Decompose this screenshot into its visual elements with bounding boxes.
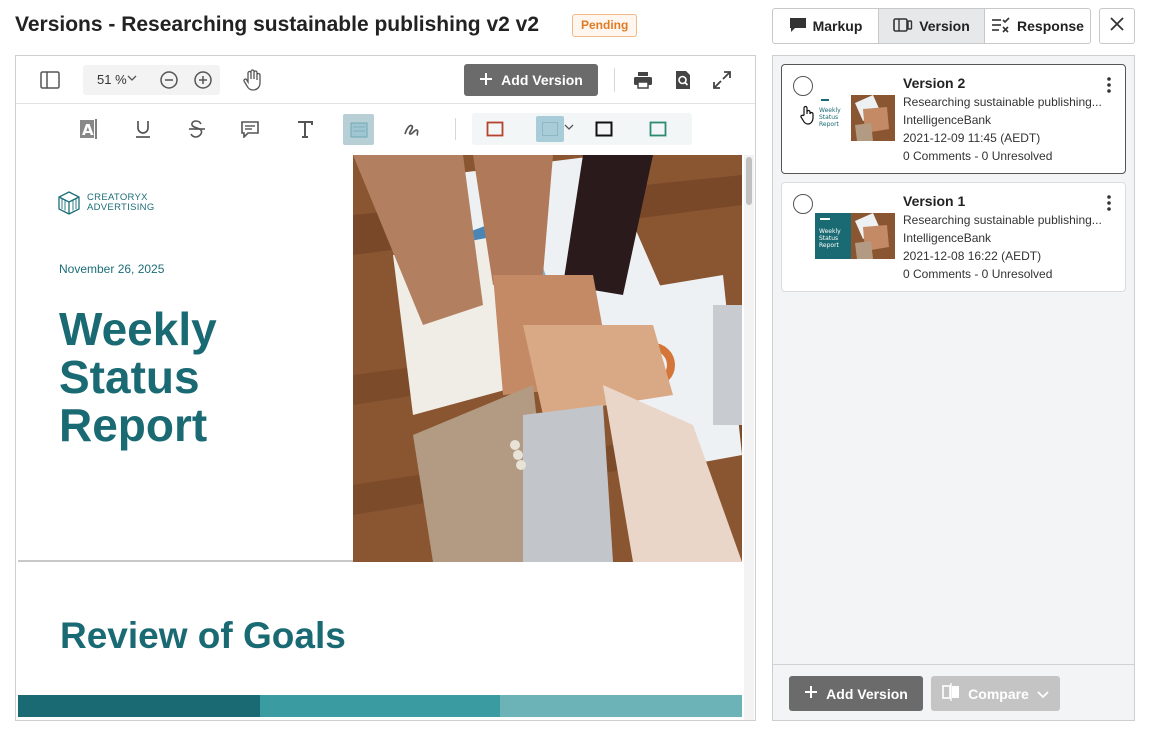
version-description: Researching sustainable publishing...	[903, 213, 1102, 227]
document-page[interactable]: CREATORYX ADVERTISING November 26, 2025 …	[18, 155, 742, 720]
svg-text:Weekly: Weekly	[819, 228, 841, 235]
zoom-out-icon[interactable]	[159, 70, 179, 90]
svg-text:Report: Report	[819, 121, 840, 128]
add-version-label: Add Version	[501, 72, 583, 88]
add-version-label: Add Version	[826, 685, 908, 702]
report-title-line: Weekly	[59, 303, 217, 355]
tab-markup-label: Markup	[812, 18, 863, 34]
logo-line-2: ADVERTISING	[87, 202, 155, 213]
report-date: November 26, 2025	[59, 262, 165, 276]
company-logo: CREATORYX ADVERTISING	[58, 191, 155, 215]
underline-icon[interactable]	[132, 117, 154, 141]
plus-icon	[479, 72, 493, 89]
more-options-icon[interactable]	[1107, 195, 1111, 216]
version-title: Version 1	[903, 193, 966, 209]
cube-logo-icon	[58, 191, 80, 215]
version-company: IntelligenceBank	[903, 231, 992, 245]
page-title: Versions - Researching sustainable publi…	[15, 13, 540, 36]
more-options-icon[interactable]	[1107, 77, 1111, 98]
report-title: Weekly Status Report	[59, 305, 217, 449]
version-title: Version 2	[903, 75, 966, 91]
tab-markup[interactable]: Markup	[773, 9, 879, 43]
version-company: IntelligenceBank	[903, 113, 992, 127]
add-version-button[interactable]: Add Version	[789, 676, 923, 711]
fullscreen-icon[interactable]	[710, 68, 734, 92]
compare-button[interactable]: Compare	[931, 676, 1060, 711]
page-cover: CREATORYX ADVERTISING November 26, 2025 …	[18, 155, 742, 562]
free-text-icon[interactable]	[294, 117, 316, 141]
compare-icon	[942, 683, 960, 704]
area-highlight-icon[interactable]	[343, 114, 374, 145]
add-version-button-toolbar[interactable]: Add Version	[464, 64, 598, 96]
version-timestamp: 2021-12-08 16:22 (AEDT)	[903, 249, 1042, 263]
annotation-toolbar: A	[16, 104, 755, 154]
sidebar-toggle-icon[interactable]	[38, 68, 62, 92]
versions-panel: Weekly Status Report Version 2 Researchi…	[772, 55, 1135, 721]
freehand-draw-icon[interactable]	[401, 117, 423, 141]
chevron-down-icon	[1037, 686, 1049, 702]
version-comments: 0 Comments - 0 Unresolved	[903, 149, 1053, 163]
version-select-radio[interactable]	[793, 76, 813, 96]
version-description: Researching sustainable publishing...	[903, 95, 1102, 109]
version-select-radio[interactable]	[793, 194, 813, 214]
version-thumbnail: Weekly Status Report	[815, 213, 895, 259]
zoom-value[interactable]: 51 %	[97, 72, 127, 87]
response-checklist-icon	[991, 16, 1011, 36]
vertical-scrollbar[interactable]	[744, 155, 754, 720]
version-card[interactable]: Weekly Status Report Version 2 Researchi…	[781, 64, 1126, 174]
comment-note-icon[interactable]	[239, 117, 261, 141]
section-heading: Review of Goals	[60, 615, 346, 656]
zoom-in-icon[interactable]	[193, 70, 213, 90]
panel-footer: Add Version Compare	[773, 664, 1134, 720]
tab-response-label: Response	[1017, 18, 1084, 34]
version-timestamp: 2021-12-09 11:45 (AEDT)	[903, 131, 1041, 145]
tab-response[interactable]: Response	[985, 9, 1090, 43]
panel-tabs: Markup Version Response	[772, 8, 1091, 44]
svg-text:Report: Report	[819, 242, 840, 249]
svg-text:Status: Status	[819, 235, 838, 242]
version-comments: 0 Comments - 0 Unresolved	[903, 267, 1053, 281]
tab-version-label: Version	[919, 18, 970, 34]
plus-icon	[804, 685, 818, 702]
color-fill-icon[interactable]	[536, 116, 564, 142]
version-icon	[893, 17, 913, 36]
zoom-control: 51 %	[83, 65, 220, 95]
svg-text:A: A	[82, 121, 94, 139]
svg-text:Status: Status	[819, 114, 838, 121]
print-icon[interactable]	[631, 68, 655, 92]
rectangle-black-icon[interactable]	[594, 119, 614, 139]
hand-pointer-cursor-icon	[799, 105, 815, 130]
report-title-line: Status	[59, 351, 200, 403]
toolbar-divider	[455, 118, 456, 140]
shape-tools-group	[472, 113, 692, 145]
close-button[interactable]	[1099, 8, 1135, 44]
text-highlight-icon[interactable]: A	[78, 117, 100, 141]
viewer-toolbar: 51 % Add Version	[16, 56, 755, 104]
chevron-down-icon[interactable]	[127, 74, 137, 82]
toolbar-divider	[614, 68, 615, 92]
version-thumbnail: Weekly Status Report	[815, 95, 895, 141]
comment-icon	[789, 17, 807, 36]
compare-label: Compare	[968, 685, 1029, 702]
rectangle-green-icon[interactable]	[648, 119, 668, 139]
rectangle-red-icon[interactable]	[485, 119, 505, 139]
report-title-line: Report	[59, 399, 208, 451]
document-viewer: 51 % Add Version A CREATORYX ADVERTISING…	[15, 55, 756, 721]
search-document-icon[interactable]	[671, 68, 695, 92]
version-card[interactable]: Weekly Status Report Version 1 Researchi…	[781, 182, 1126, 292]
scrollbar-thumb[interactable]	[746, 157, 752, 205]
color-band	[18, 695, 742, 717]
svg-text:Weekly: Weekly	[819, 107, 841, 114]
pan-hand-icon[interactable]	[240, 68, 264, 92]
close-icon	[1109, 16, 1125, 37]
team-hands-photo	[353, 155, 742, 562]
tab-version[interactable]: Version	[879, 9, 985, 43]
chevron-down-icon[interactable]	[564, 123, 574, 131]
status-badge: Pending	[572, 14, 638, 37]
strikethrough-icon[interactable]	[186, 117, 208, 141]
